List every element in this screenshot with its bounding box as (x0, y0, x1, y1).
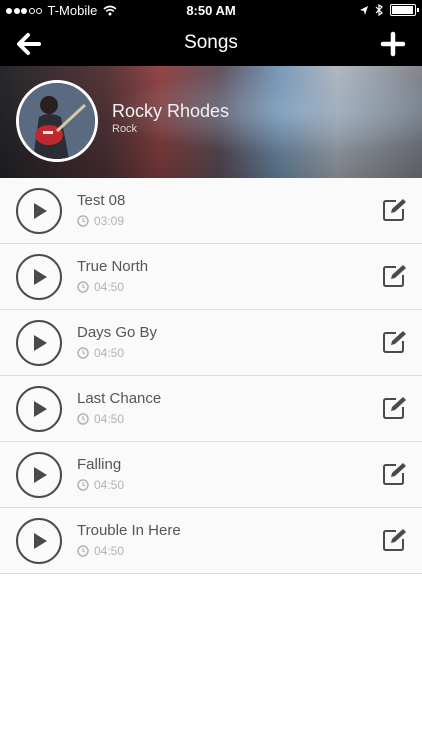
song-row[interactable]: Days Go By 04:50 (0, 310, 422, 376)
play-button[interactable] (16, 518, 62, 564)
song-title: Test 08 (77, 192, 126, 209)
clock-icon (77, 545, 89, 557)
navigation-bar: Songs (0, 22, 422, 66)
edit-icon (383, 529, 406, 551)
edit-song-button[interactable] (382, 198, 408, 222)
artist-avatar (16, 80, 98, 162)
song-duration-row: 04:50 (77, 478, 124, 492)
edit-icon (383, 463, 406, 485)
song-duration: 04:50 (94, 544, 125, 558)
edit-icon (383, 199, 406, 221)
play-icon (34, 335, 47, 351)
song-duration: 04:50 (94, 478, 125, 492)
status-right (353, 4, 419, 16)
page-title: Songs (184, 32, 238, 53)
song-duration: 04:50 (94, 280, 125, 294)
clock-icon (77, 413, 89, 425)
clock-icon (77, 479, 89, 491)
play-icon (34, 533, 47, 549)
play-icon (34, 401, 47, 417)
artist-header: Rocky Rhodes Rock (0, 66, 422, 178)
play-button[interactable] (16, 188, 62, 234)
edit-song-button[interactable] (382, 396, 408, 420)
song-duration-row: 04:50 (77, 280, 124, 294)
edit-icon (383, 397, 406, 419)
song-list: Test 08 03:09 True North 04:50 Days Go B… (0, 178, 422, 574)
play-icon (34, 269, 47, 285)
play-button[interactable] (16, 254, 62, 300)
song-title: Days Go By (77, 324, 158, 341)
status-bar: T-Mobile 8:50 AM (0, 0, 422, 22)
edit-song-button[interactable] (382, 330, 408, 354)
song-duration: 03:09 (94, 214, 125, 228)
play-icon (34, 203, 47, 219)
song-title: Last Chance (77, 390, 162, 407)
location-arrow-icon (360, 5, 368, 15)
song-duration: 04:50 (94, 346, 125, 360)
song-title: True North (77, 258, 149, 275)
edit-icon (383, 331, 406, 353)
play-button[interactable] (16, 386, 62, 432)
add-song-button[interactable] (380, 31, 406, 57)
play-icon (34, 467, 47, 483)
song-row[interactable]: Last Chance 04:50 (0, 376, 422, 442)
play-button[interactable] (16, 452, 62, 498)
artist-name: Rocky Rhodes (112, 101, 230, 121)
bluetooth-icon (375, 4, 383, 16)
battery-icon (390, 4, 419, 16)
artist-genre: Rock (112, 123, 138, 135)
edit-song-button[interactable] (382, 528, 408, 552)
edit-song-button[interactable] (382, 264, 408, 288)
song-duration-row: 04:50 (77, 412, 124, 426)
songs-screen: T-Mobile 8:50 AM Songs Rocky Rhodes Rock… (0, 0, 422, 750)
play-button[interactable] (16, 320, 62, 366)
song-row[interactable]: Trouble In Here 04:50 (0, 508, 422, 574)
song-title: Falling (77, 456, 122, 473)
clock-icon (77, 215, 89, 227)
song-row[interactable]: Test 08 03:09 (0, 178, 422, 244)
song-row[interactable]: True North 04:50 (0, 244, 422, 310)
clock-icon (77, 347, 89, 359)
song-duration-row: 04:50 (77, 346, 124, 360)
edit-song-button[interactable] (382, 462, 408, 486)
song-duration-row: 04:50 (77, 544, 124, 558)
guitarist-image (19, 83, 95, 159)
battery-level (392, 6, 413, 14)
plus-icon (380, 31, 406, 57)
song-duration-row: 03:09 (77, 214, 124, 228)
song-row[interactable]: Falling 04:50 (0, 442, 422, 508)
song-title: Trouble In Here (77, 522, 181, 539)
song-duration: 04:50 (94, 412, 125, 426)
edit-icon (383, 265, 406, 287)
clock-icon (77, 281, 89, 293)
